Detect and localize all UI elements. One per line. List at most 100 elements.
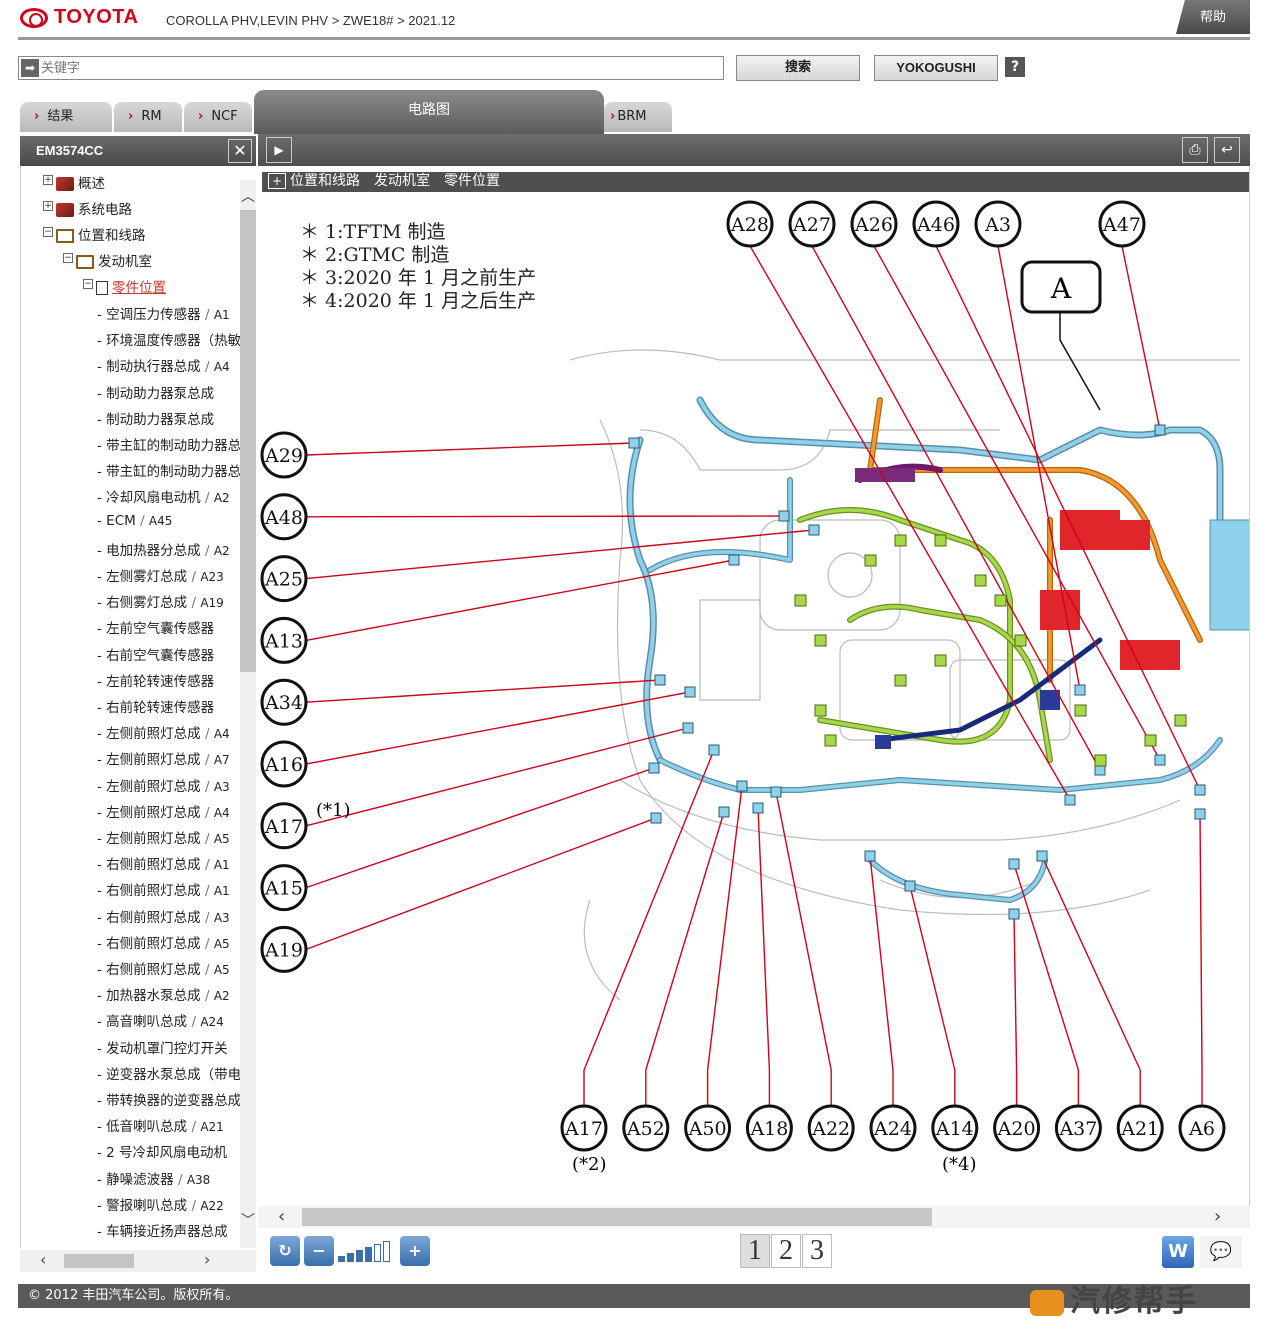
expand-icon[interactable]: + xyxy=(43,175,53,185)
connector-block[interactable] xyxy=(778,510,790,522)
scroll-right-icon[interactable]: › xyxy=(1214,1206,1221,1227)
page-2-button[interactable]: 2 xyxy=(771,1234,801,1268)
tab-rm[interactable]: › RM xyxy=(114,102,182,132)
comment-icon[interactable]: 💬 xyxy=(1200,1236,1242,1268)
part-list-item[interactable]: - 带主缸的制动助力器总 xyxy=(97,460,240,480)
connector-callout[interactable]: A15 xyxy=(260,864,308,912)
page-3-button[interactable]: 3 xyxy=(802,1234,832,1268)
connector-callout[interactable]: A48 xyxy=(260,493,308,541)
connector-block[interactable] xyxy=(904,880,916,892)
connector-callout[interactable]: A21 xyxy=(1116,1104,1164,1152)
connector-block[interactable] xyxy=(808,524,820,536)
zoom-level-bar[interactable] xyxy=(383,1241,390,1262)
tab-results[interactable]: › 结果 xyxy=(20,102,112,132)
word-export-icon[interactable]: W xyxy=(1162,1236,1194,1268)
part-list-item[interactable]: - 发动机罩门控灯开关 xyxy=(97,1037,228,1057)
part-list-item[interactable]: - 左侧前照灯总成 / A3 xyxy=(97,775,230,795)
connector-block[interactable] xyxy=(1074,704,1087,717)
connector-block[interactable] xyxy=(770,786,782,798)
yokogushi-button[interactable]: YOKOGUSHI xyxy=(874,55,998,81)
part-list-item[interactable]: - 加热器水泵总成 / A2 xyxy=(97,984,230,1004)
connector-callout[interactable]: A22 xyxy=(807,1104,855,1152)
help-question-button[interactable]: ? xyxy=(1005,57,1025,77)
collapse-icon[interactable]: − xyxy=(83,279,93,289)
connector-callout[interactable]: A28 xyxy=(726,200,774,248)
zoom-level-bar[interactable] xyxy=(365,1247,372,1262)
scroll-down-icon[interactable]: ﹀ xyxy=(240,1210,256,1240)
diagram-scroll-thumb[interactable] xyxy=(302,1208,932,1226)
connector-block[interactable] xyxy=(864,850,876,862)
expand-icon[interactable]: + xyxy=(43,201,53,211)
connector-block[interactable] xyxy=(974,574,987,587)
part-list-item[interactable]: - 制动执行器总成 / A4 xyxy=(97,355,230,375)
part-list-item[interactable]: - 左侧前照灯总成 / A7 xyxy=(97,748,230,768)
scroll-left-icon[interactable]: ‹ xyxy=(40,1250,46,1269)
tree-hscroll-thumb[interactable] xyxy=(64,1254,134,1268)
connector-block[interactable] xyxy=(934,534,947,547)
connector-block[interactable] xyxy=(794,594,807,607)
expand-icon[interactable]: + xyxy=(268,173,286,189)
tree-node-part-location[interactable]: − 零件位置 xyxy=(83,276,166,296)
connector-block[interactable] xyxy=(1014,634,1027,647)
connector-callout[interactable]: A47 xyxy=(1098,200,1146,248)
connector-block[interactable] xyxy=(1144,734,1157,747)
connector-block[interactable] xyxy=(1008,858,1020,870)
tab-wiring-diagram[interactable]: 电路图 xyxy=(254,90,604,134)
part-list-item[interactable]: - 低音喇叭总成 / A21 xyxy=(97,1115,224,1135)
part-list-item[interactable]: - 高音喇叭总成 / A24 xyxy=(97,1010,224,1030)
part-list-item[interactable]: - 空调压力传感器 / A1 xyxy=(97,303,230,323)
part-list-item[interactable]: - 右前空气囊传感器 xyxy=(97,644,214,664)
connector-block[interactable] xyxy=(648,762,660,774)
connector-callout[interactable]: A26 xyxy=(850,200,898,248)
connector-block[interactable] xyxy=(1154,424,1166,436)
help-button[interactable]: 帮助 xyxy=(1176,0,1250,34)
scroll-right-icon[interactable]: › xyxy=(204,1250,210,1269)
connector-block[interactable] xyxy=(1036,850,1048,862)
print-icon[interactable]: ⎙ xyxy=(1182,137,1208,163)
connector-callout[interactable]: A50 xyxy=(684,1104,732,1152)
part-list-item[interactable]: - 左侧前照灯总成 / A4 xyxy=(97,722,230,742)
connector-callout[interactable]: A6 xyxy=(1178,1104,1226,1152)
connector-block[interactable] xyxy=(1154,754,1166,766)
part-list-item[interactable]: - 右侧前照灯总成 / A3 xyxy=(97,906,230,926)
connector-block[interactable] xyxy=(752,802,764,814)
connector-block[interactable] xyxy=(894,534,907,547)
connector-callout[interactable]: A34 xyxy=(260,678,308,726)
connector-block[interactable] xyxy=(864,554,877,567)
part-list-item[interactable]: - 带转换器的逆变器总成 xyxy=(97,1089,240,1109)
tree-node-overview[interactable]: + 概述 xyxy=(43,172,105,192)
connector-callout[interactable]: A17 xyxy=(260,802,308,850)
connector-block[interactable] xyxy=(736,780,748,792)
connector-callout[interactable]: A20 xyxy=(993,1104,1041,1152)
collapse-icon[interactable]: − xyxy=(63,253,73,263)
search-input[interactable] xyxy=(41,59,721,77)
search-field[interactable]: ➡ xyxy=(18,56,724,80)
part-list-item[interactable]: - 左前轮转速传感器 xyxy=(97,670,214,690)
connector-block[interactable] xyxy=(628,437,640,449)
connector-block[interactable] xyxy=(1074,684,1086,696)
connector-block[interactable] xyxy=(1174,714,1187,727)
part-list-item[interactable]: - 静噪滤波器 / A38 xyxy=(97,1168,210,1188)
tree-scroll-thumb[interactable] xyxy=(240,210,256,672)
part-list-item[interactable]: - 右侧前照灯总成 / A1 xyxy=(97,879,230,899)
zoom-level-bar[interactable] xyxy=(374,1244,381,1262)
search-button[interactable]: 搜索 xyxy=(736,55,860,81)
tree-node-engine-room[interactable]: − 发动机室 xyxy=(63,250,152,270)
connector-block[interactable] xyxy=(1008,908,1020,920)
part-list-item[interactable]: - 警报喇叭总成 / A22 xyxy=(97,1194,224,1214)
zoom-out-icon[interactable]: − xyxy=(304,1236,334,1266)
connector-block[interactable] xyxy=(1194,784,1206,796)
part-list-item[interactable]: - 右侧前照灯总成 / A1 xyxy=(97,853,230,873)
play-icon[interactable]: ▶ xyxy=(266,137,292,163)
part-list-item[interactable]: - 带主缸的制动助力器总 xyxy=(97,434,240,454)
part-list-item[interactable]: - 右侧前照灯总成 / A5 xyxy=(97,932,230,952)
part-list-item[interactable]: - 冷却风扇电动机 / A2 xyxy=(97,486,230,506)
connector-callout[interactable]: A3 xyxy=(974,200,1022,248)
connector-block[interactable] xyxy=(1064,794,1076,806)
part-list-item[interactable]: - 右侧前照灯总成 / A5 xyxy=(97,958,230,978)
part-list-item[interactable]: - 电加热器分总成 / A2 xyxy=(97,539,230,559)
connector-callout[interactable]: A19 xyxy=(260,925,308,973)
connector-block[interactable] xyxy=(718,806,730,818)
part-list-item[interactable]: - 逆变器水泵总成（带电 xyxy=(97,1063,240,1083)
connector-block[interactable] xyxy=(728,554,740,566)
